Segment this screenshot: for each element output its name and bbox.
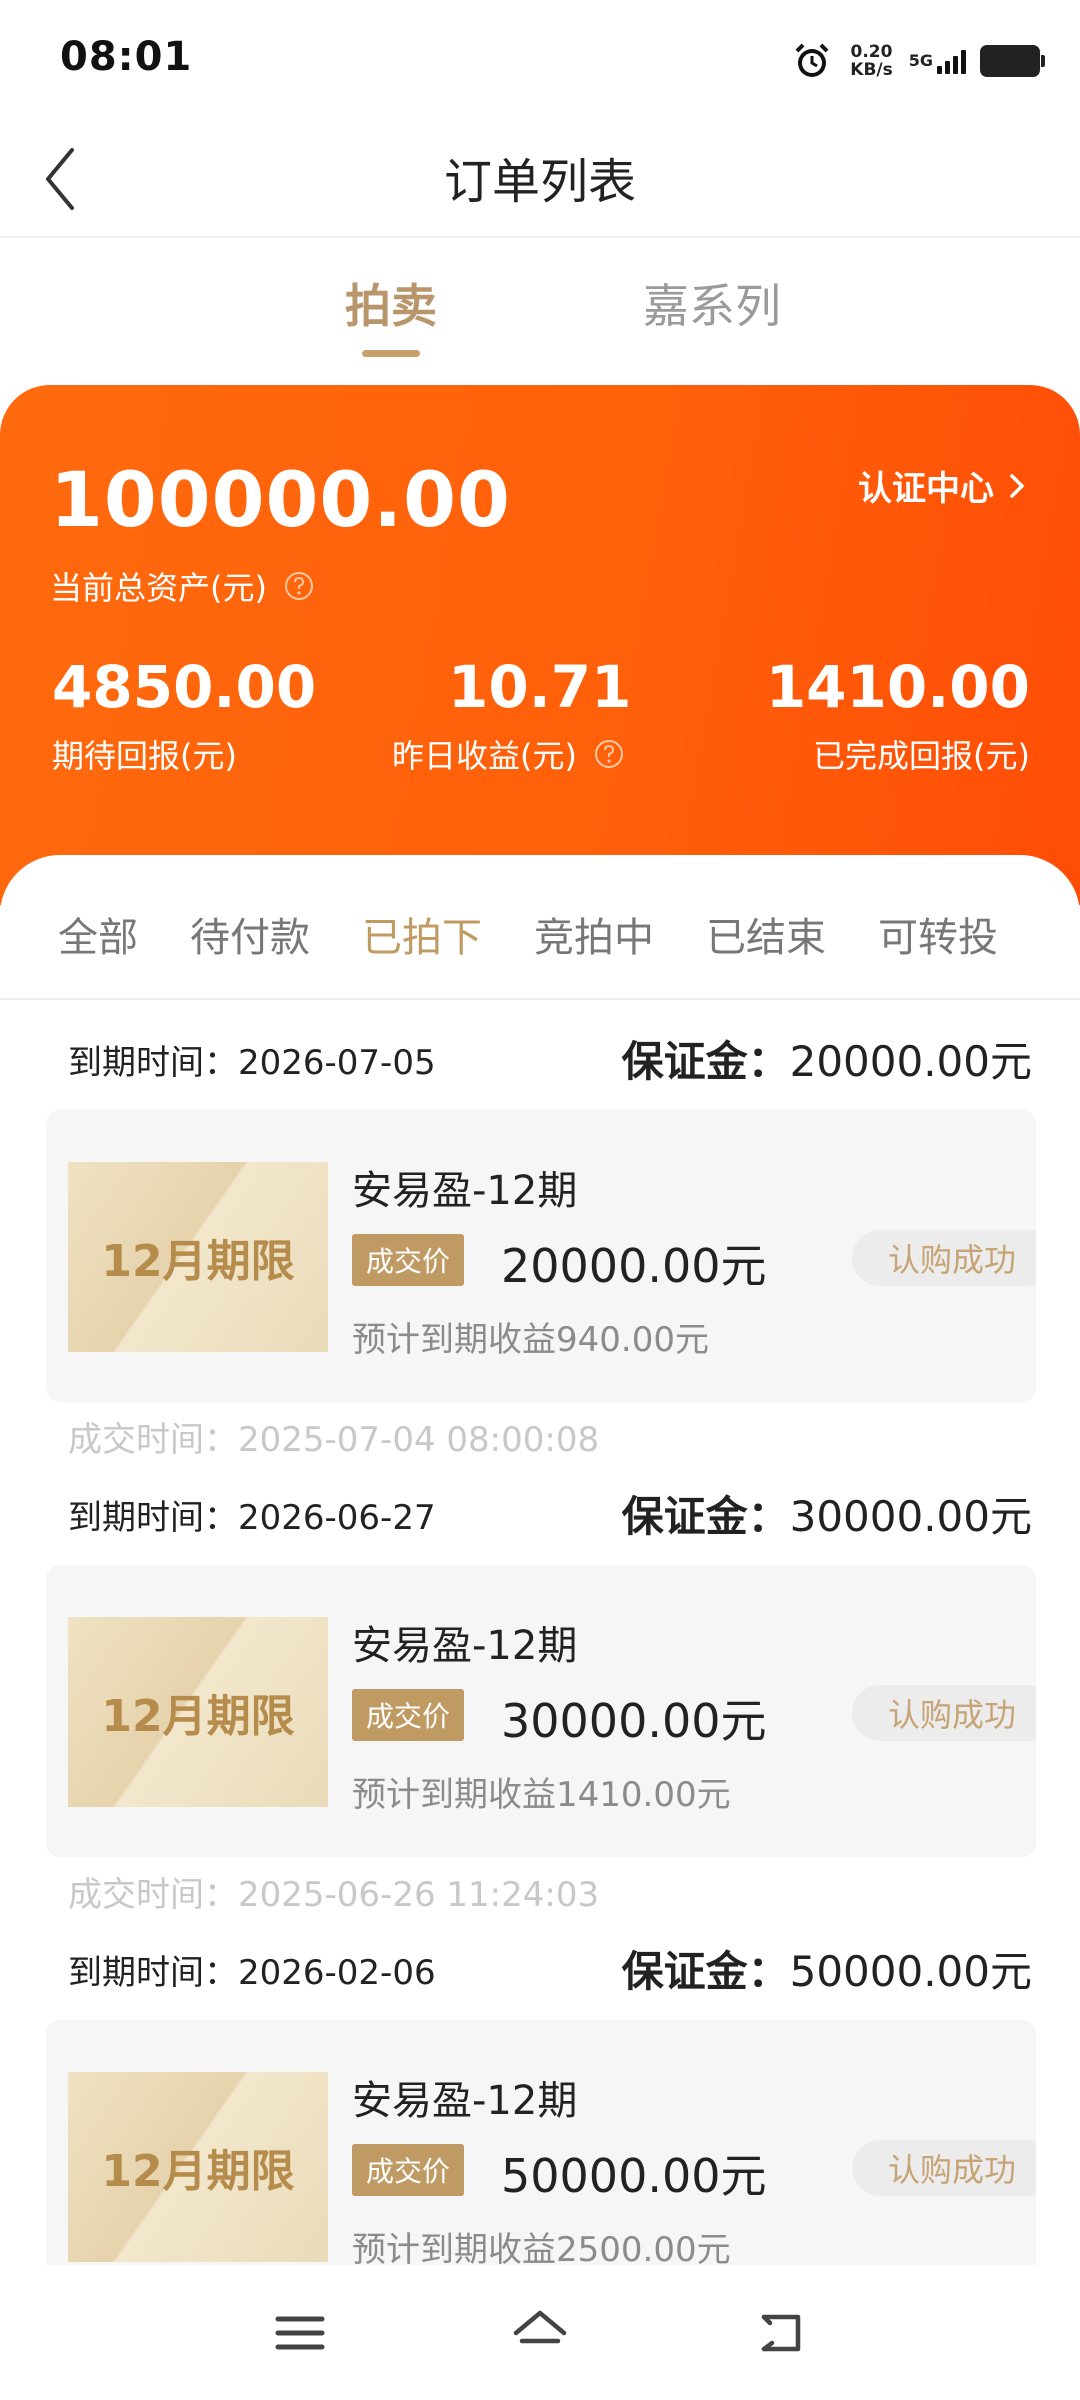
order-card[interactable]: 12月期限 安易盈-12期 成交价 20000.00元 预计到期收益940.00…	[46, 1110, 1036, 1402]
stat-value: 10.71	[448, 653, 632, 721]
order-header: 到期时间：2026-06-27 保证金：30000.00元	[0, 1455, 1080, 1575]
stat-value: 1410.00	[765, 653, 1030, 721]
tab-auction[interactable]: 拍卖	[345, 270, 437, 336]
deposit-label: 保证金：	[621, 1947, 790, 1996]
deposit-label: 保证金：	[621, 1492, 790, 1541]
stat-label: 已完成回报(元)	[766, 731, 1030, 777]
filter-tab-all[interactable]: 全部	[58, 905, 138, 963]
order-header: 到期时间：2026-07-05 保证金：20000.00元	[0, 1000, 1080, 1120]
order-card[interactable]: 12月期限 安易盈-12期 成交价 30000.00元 预计到期收益1410.0…	[46, 1565, 1036, 1857]
total-assets-label-text: 当前总资产(元)	[50, 569, 267, 607]
chevron-right-icon	[1010, 473, 1025, 498]
stat-label-text: 期待回报(元)	[52, 737, 237, 775]
total-assets-label: 当前总资产(元)	[50, 563, 315, 609]
filter-tab-ended[interactable]: 已结束	[706, 905, 826, 963]
deal-time: 成交时间：2025-06-26 11:24:03	[68, 1875, 600, 1915]
status-bar: 08:01 0.20 KB/s 5G	[0, 0, 1080, 120]
certification-center-label: 认证中心	[858, 469, 994, 509]
deposit: 保证金：30000.00元	[622, 1483, 1032, 1544]
stat-value: 4850.00	[52, 653, 317, 721]
battery-icon	[980, 45, 1045, 77]
deal-price: 50000.00元	[501, 2149, 767, 2203]
deposit-value: 30000.00元	[789, 1492, 1032, 1541]
stat-completed-return: 1410.00 已完成回报(元)	[766, 653, 1030, 777]
price-tag: 成交价	[352, 1234, 465, 1286]
product-name: 安易盈-12期	[352, 1623, 578, 1669]
term-thumbnail: 12月期限	[68, 2072, 328, 2262]
question-circle-icon[interactable]	[283, 570, 315, 602]
status-badge: 认购成功	[851, 1685, 1036, 1741]
deposit-value: 50000.00元	[789, 1947, 1032, 1996]
expected-earnings: 预计到期收益1410.00元	[352, 1775, 731, 1815]
term-thumbnail: 12月期限	[68, 1617, 328, 1807]
order-filter-tabs: 全部 待付款 已拍下 竞拍中 已结束 可转投	[58, 905, 1050, 963]
system-nav-bar	[0, 2265, 1080, 2400]
net-speed: 0.20 KB/s	[850, 43, 892, 79]
status-badge: 认购成功	[851, 1230, 1036, 1286]
active-tab-indicator	[362, 350, 420, 357]
status-time: 08:01	[60, 34, 193, 80]
filter-tab-won[interactable]: 已拍下	[362, 905, 482, 963]
stat-expected-return: 4850.00 期待回报(元)	[52, 653, 316, 777]
expiry-date: 到期时间：2026-06-27	[68, 1498, 436, 1538]
order-item[interactable]: 到期时间：2026-02-06 保证金：50000.00元 12月期限 安易盈-…	[0, 1910, 1080, 2265]
order-header: 到期时间：2026-02-06 保证金：50000.00元	[0, 1910, 1080, 2030]
tab-jia-series[interactable]: 嘉系列	[643, 270, 781, 336]
filter-tab-bidding[interactable]: 竞拍中	[534, 905, 654, 963]
order-card[interactable]: 12月期限 安易盈-12期 成交价 50000.00元 预计到期收益2500.0…	[46, 2020, 1036, 2265]
net-speed-value: 0.20	[850, 42, 893, 62]
home-icon[interactable]	[510, 2303, 570, 2363]
product-name: 安易盈-12期	[352, 2078, 578, 2124]
order-list: 到期时间：2026-07-05 保证金：20000.00元 12月期限 安易盈-…	[0, 1000, 1080, 2265]
product-name: 安易盈-12期	[352, 1168, 578, 1214]
question-circle-icon[interactable]	[593, 738, 625, 770]
expected-earnings: 预计到期收益940.00元	[352, 1320, 709, 1360]
stat-yesterday-earnings: 10.71 昨日收益(元)	[392, 653, 631, 777]
network-type: 5G	[908, 51, 933, 70]
status-badge: 认购成功	[851, 2140, 1036, 2196]
top-tabs: 拍卖 嘉系列	[0, 270, 1080, 360]
order-item[interactable]: 到期时间：2026-07-05 保证金：20000.00元 12月期限 安易盈-…	[0, 1000, 1080, 1460]
price-tag: 成交价	[352, 2144, 465, 2196]
stat-label-text: 昨日收益(元)	[392, 737, 577, 775]
order-item[interactable]: 到期时间：2026-06-27 保证金：30000.00元 12月期限 安易盈-…	[0, 1455, 1080, 1915]
deposit-value: 20000.00元	[789, 1037, 1032, 1086]
asset-summary-card: 100000.00 当前总资产(元) 认证中心 4850.00 期待回报(元) …	[0, 385, 1080, 905]
total-assets-value: 100000.00	[50, 455, 511, 544]
signal-indicator: 5G	[909, 48, 966, 74]
page-title: 订单列表	[443, 154, 636, 210]
signal-bars-icon	[937, 48, 966, 74]
term-thumbnail: 12月期限	[68, 1162, 328, 1352]
alarm-clock-icon	[795, 43, 829, 77]
back-arrow-icon[interactable]	[750, 2303, 810, 2363]
deal-price: 20000.00元	[501, 1239, 767, 1293]
certification-center-link[interactable]: 认证中心	[858, 461, 1028, 510]
stat-label: 期待回报(元)	[52, 731, 316, 777]
deposit: 保证金：50000.00元	[622, 1938, 1032, 1999]
filter-tab-pending-payment[interactable]: 待付款	[190, 905, 310, 963]
deposit: 保证金：20000.00元	[622, 1028, 1032, 1089]
header: 订单列表	[0, 120, 1080, 238]
stat-label: 昨日收益(元)	[392, 731, 631, 777]
expiry-date: 到期时间：2026-07-05	[68, 1043, 436, 1083]
order-filter-panel: 全部 待付款 已拍下 竞拍中 已结束 可转投	[0, 855, 1080, 1000]
deal-time: 成交时间：2025-07-04 08:00:08	[68, 1420, 600, 1460]
stat-label-text: 已完成回报(元)	[813, 737, 1030, 775]
net-speed-unit: KB/s	[850, 60, 893, 80]
deposit-label: 保证金：	[621, 1037, 790, 1086]
status-icons: 0.20 KB/s 5G	[792, 36, 1045, 86]
filter-tab-transferable[interactable]: 可转投	[878, 905, 998, 963]
expiry-date: 到期时间：2026-02-06	[68, 1953, 436, 1993]
menu-icon[interactable]	[270, 2303, 330, 2363]
deal-price: 30000.00元	[501, 1694, 767, 1748]
expected-earnings: 预计到期收益2500.00元	[352, 2230, 731, 2265]
price-tag: 成交价	[352, 1689, 465, 1741]
